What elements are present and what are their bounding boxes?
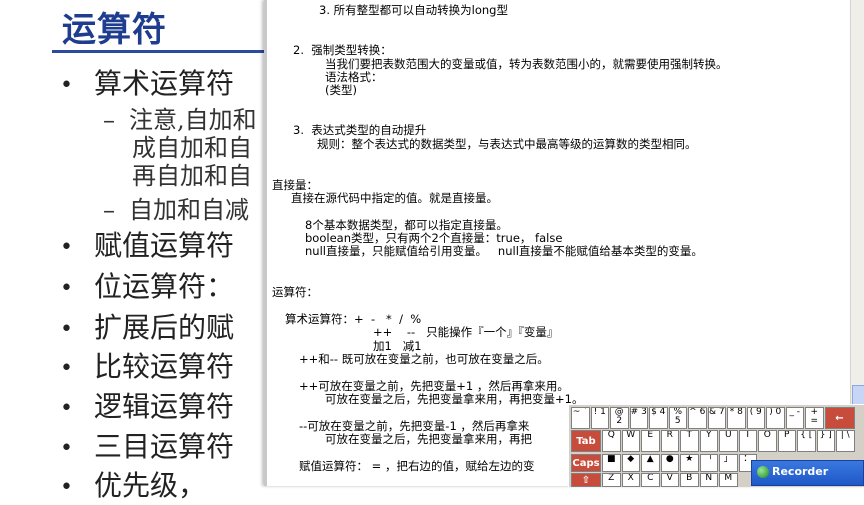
note-line: null直接量，只能赋值给引用变量。 null直接量不能赋值给基本类型的变量。 [305, 244, 703, 258]
note-line: 3. 所有整型都可以自动转换为long型 [319, 3, 508, 17]
keyboard-key[interactable]: & 7 [707, 407, 726, 429]
note-line: ++ -- 只能操作『一个』『变量』 [373, 325, 559, 339]
keyboard-key[interactable]: ! 1 [590, 407, 609, 429]
slide-sub-item: 再自加和自 [132, 162, 252, 190]
slide-bullet-item: • 比较运算符 [60, 350, 235, 383]
keyboard-key[interactable]: I [738, 430, 757, 452]
keyboard-key[interactable]: N [699, 473, 718, 487]
keyboard-key[interactable]: Y [699, 430, 718, 452]
keyboard-key[interactable]: * 8 [727, 407, 746, 429]
keyboard-key[interactable]: T [680, 430, 699, 452]
keyboard-key[interactable]: Q [602, 430, 621, 452]
slide-title: 运算符 [62, 10, 167, 50]
keyboard-key[interactable]: Caps [571, 454, 601, 472]
keyboard-key[interactable]: X [621, 473, 640, 487]
slide-bullet-item: • 三目运算符 [60, 430, 235, 463]
keyboard-key[interactable]: 「 [699, 454, 718, 472]
note-line: 运算符： [272, 285, 318, 299]
keyboard-key[interactable]: E [641, 430, 660, 452]
keyboard-key[interactable]: Z [602, 473, 621, 487]
title-underline [52, 50, 282, 53]
slide-bullet-item: • 扩展后的赋 [60, 311, 235, 344]
slide-bullet-item: • 位运算符： [60, 270, 235, 303]
recorder-icon [757, 466, 769, 478]
keyboard-key[interactable]: ← [824, 407, 855, 429]
keyboard-key[interactable]: C [641, 473, 660, 487]
note-line: 当我们要把表数范围大的变量或值，转为表数范围小的，就需要使用强制转换。 [325, 57, 728, 71]
keyboard-key[interactable]: O [758, 430, 777, 452]
keyboard-key[interactable]: ( 9 [746, 407, 765, 429]
keyboard-key[interactable]: { [ [797, 430, 816, 452]
note-line: (类型) [325, 83, 357, 97]
keyboard-key[interactable]: P [777, 430, 796, 452]
keyboard-key[interactable]: _ - [785, 407, 804, 429]
keyboard-key[interactable]: ■ [602, 454, 621, 472]
slide-sub-item: – 自加和自减 [103, 196, 249, 224]
keyboard-key[interactable]: ^ 6 [688, 407, 707, 429]
recorder-panel-button[interactable]: Recorder Panel [751, 460, 864, 500]
keyboard-key[interactable]: ★ [680, 454, 699, 472]
keyboard-key[interactable]: U [719, 430, 738, 452]
keyboard-key[interactable]: M [719, 473, 738, 487]
keyboard-key[interactable]: ◆ [621, 454, 640, 472]
keyboard-key[interactable]: ▲ [641, 454, 660, 472]
note-line: 可放在变量之后，先把变量拿来用，再把变量+1。 [325, 392, 584, 406]
keyboard-key[interactable]: % 5 [668, 407, 687, 429]
keyboard-key[interactable]: ) 0 [766, 407, 785, 429]
keyboard-key[interactable]: W [621, 430, 640, 452]
recorder-label: Recorder Panel [772, 465, 829, 500]
slide-bullet-item: • 算术运算符 [60, 67, 235, 100]
keyboard-key[interactable]: ~ ` [571, 407, 590, 429]
keyboard-key[interactable]: # 3 [629, 407, 648, 429]
note-line: ++和-- 既可放在变量之前，也可放在变量之后。 [299, 352, 549, 366]
keyboard-key[interactable]: } ] [816, 430, 835, 452]
keyboard-key[interactable]: | \ [836, 430, 855, 452]
slide-bullet-item: • 优先级， [60, 469, 207, 502]
slide-bullet-item: • 逻辑运算符 [60, 390, 235, 423]
keyboard-key[interactable]: ⇧ [571, 473, 601, 487]
keyboard-key[interactable]: ● [660, 454, 679, 472]
note-line: 直接在源代码中指定的值。就是直接量。 [291, 191, 498, 205]
note-line: 赋值运算符： = ，把右边的值，赋给左边的变 [299, 459, 535, 473]
slide-bullet-item: • 赋值运算符 [60, 229, 235, 262]
keyboard-key[interactable]: $ 4 [649, 407, 668, 429]
keyboard-key[interactable]: Tab [571, 430, 601, 452]
keyboard-key[interactable]: R [660, 430, 679, 452]
keyboard-key[interactable]: + = [805, 407, 824, 429]
note-line: 规则：整个表达式的数据类型，与表达式中最高等级的运算数的类型相同。 [317, 137, 697, 151]
keyboard-key[interactable]: V [660, 473, 679, 487]
keyboard-key[interactable]: 」 [719, 454, 738, 472]
note-line: 2. 强制类型转换： [293, 43, 392, 57]
keyboard-key[interactable]: B [680, 473, 699, 487]
keyboard-key[interactable]: @ 2 [610, 407, 629, 429]
note-line: 可放在变量之后，先把变量拿来用，再把 [325, 432, 532, 446]
note-line: 3. 表达式类型的自动提升 [293, 123, 427, 137]
